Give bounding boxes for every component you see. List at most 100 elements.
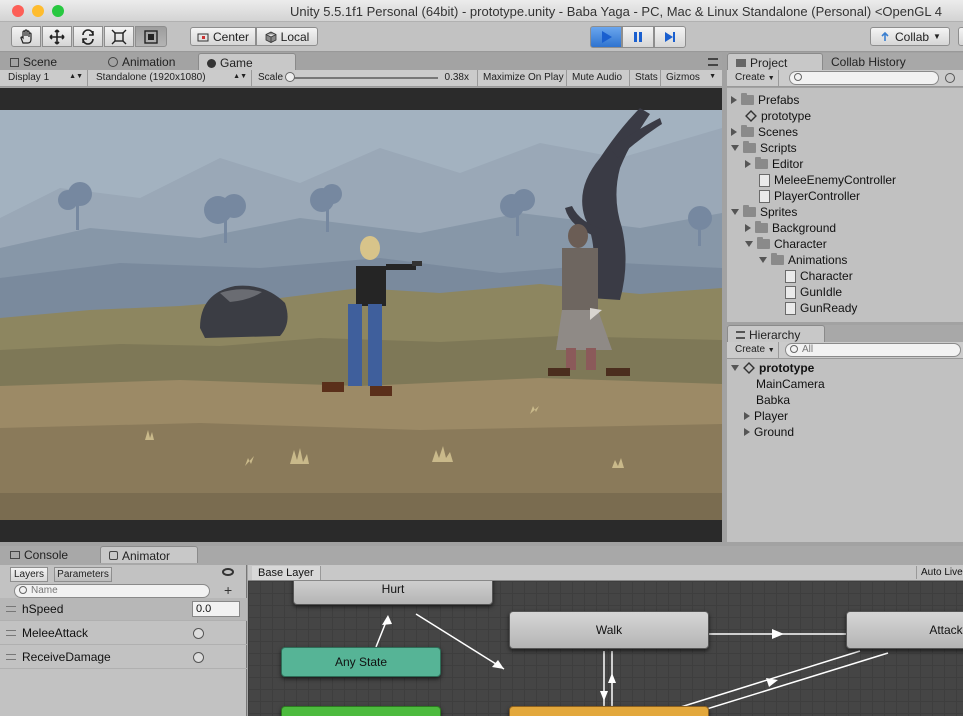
tree-item-prefabs[interactable]: Prefabs [731,92,799,108]
tab-animator[interactable]: Animator [100,546,198,563]
state-node-any-state[interactable]: Any State [281,647,441,677]
panel-menu-icon[interactable] [708,58,718,66]
drag-handle-icon[interactable] [6,654,16,660]
tab-parameters[interactable]: Parameters [54,567,112,582]
drag-handle-icon[interactable] [6,630,16,636]
tree-item-scripts[interactable]: Scripts [731,140,797,156]
hierarchy-item-player[interactable]: Player [744,408,788,424]
tab-hierarchy[interactable]: Hierarchy [727,325,825,342]
expand-arrow-icon[interactable] [745,160,751,168]
hierarchy-create-dropdown[interactable]: Create ▼ [731,342,779,358]
folder-icon [743,205,756,217]
collapse-arrow-icon[interactable] [759,257,767,263]
add-parameter-button[interactable]: + [224,582,232,598]
drag-handle-icon[interactable] [6,606,16,612]
auto-live-link-toggle[interactable]: Auto Live [916,566,963,579]
close-window-button[interactable] [12,5,24,17]
scale-slider-thumb[interactable] [285,72,295,82]
collapse-arrow-icon[interactable] [731,145,739,151]
tree-item-label: Scenes [758,125,799,139]
maximize-on-play-toggle[interactable]: Maximize On Play [479,70,567,86]
parameter-search-input[interactable]: Name [14,584,210,598]
trigger-radio[interactable] [193,652,204,663]
step-button[interactable] [654,26,686,48]
tree-item-melee-enemy-controller[interactable]: MeleeEnemyController [759,172,896,188]
gizmos-dropdown[interactable]: Gizmos ▼ [662,70,718,86]
tree-item-player-controller[interactable]: PlayerController [759,188,860,204]
state-node-default[interactable] [509,706,709,716]
hierarchy-item-prototype[interactable]: prototype [731,360,814,376]
pivot-rotation-button[interactable]: Local [256,27,318,46]
rotate-tool-button[interactable] [73,26,103,47]
hand-tool-button[interactable] [11,26,41,47]
tree-item-label: PlayerController [774,189,861,203]
parameter-row-hspeed[interactable]: hSpeed 0.0 [0,598,247,621]
tree-item-label: prototype [761,109,812,123]
tree-item-editor[interactable]: Editor [745,156,803,172]
parameter-row-meleeattack[interactable]: MeleeAttack [0,622,247,645]
filter-by-type-icon[interactable] [945,73,955,83]
hierarchy-item-maincamera[interactable]: MainCamera [756,376,825,392]
tree-item-prototype[interactable]: prototype [745,108,811,124]
animator-state-graph[interactable]: Hurt Walk Attack Any State [248,581,963,716]
tree-item-background[interactable]: Background [745,220,836,236]
expand-arrow-icon[interactable] [744,412,750,420]
move-arrows-icon [49,28,65,45]
scale-slider[interactable] [288,77,438,79]
move-tool-button[interactable] [42,26,72,47]
tree-item-scenes[interactable]: Scenes [731,124,798,140]
state-node-attack[interactable]: Attack [846,611,963,649]
resolution-dropdown[interactable]: Standalone (1920x1080) ▲▼ [92,70,252,86]
tree-item-animations[interactable]: Animations [759,252,847,268]
stats-toggle[interactable]: Stats [631,70,661,86]
display-dropdown[interactable]: Display 1 ▲▼ [4,70,88,86]
game-view[interactable] [0,88,722,542]
collapse-arrow-icon[interactable] [731,365,739,371]
tab-game[interactable]: Game [198,53,296,70]
hierarchy-item-ground[interactable]: Ground [744,424,794,440]
collab-dropdown[interactable]: Collab ▼ [870,27,950,46]
tab-project[interactable]: Project [727,53,823,70]
gizmos-label: Gizmos [666,72,700,83]
play-button[interactable] [590,26,622,48]
eye-icon[interactable] [222,568,234,576]
pivot-mode-button[interactable]: Center [190,27,256,46]
minimize-window-button[interactable] [32,5,44,17]
project-create-dropdown[interactable]: Create ▼ [731,70,779,86]
trigger-radio[interactable] [193,628,204,639]
breadcrumb-label: Base Layer [258,567,314,579]
project-search-input[interactable] [789,71,939,85]
expand-arrow-icon[interactable] [731,96,737,104]
breadcrumb-base-layer[interactable]: Base Layer [252,566,321,580]
tab-scene[interactable]: Scene [2,53,65,70]
hierarchy-item-babka[interactable]: Babka [756,392,790,408]
tab-animation[interactable]: Animation [100,53,183,70]
collapse-arrow-icon[interactable] [745,241,753,247]
tree-item-character-controller[interactable]: Character [785,268,853,284]
tab-collab-history[interactable]: Collab History [823,53,914,70]
tree-item-character-folder[interactable]: Character [745,236,827,252]
hspeed-value-input[interactable]: 0.0 [192,601,240,617]
expand-arrow-icon[interactable] [744,428,750,436]
mute-audio-toggle[interactable]: Mute Audio [568,70,630,86]
state-node-walk[interactable]: Walk [509,611,709,649]
hierarchy-search-input[interactable]: All [785,343,961,357]
tree-item-gunidle[interactable]: GunIdle [785,284,842,300]
collapse-arrow-icon[interactable] [731,209,739,215]
zoom-window-button[interactable] [52,5,64,17]
scale-tool-button[interactable] [104,26,134,47]
tree-item-label: GunIdle [800,285,843,299]
expand-arrow-icon[interactable] [731,128,737,136]
state-node-hurt[interactable]: Hurt [293,581,493,605]
account-dropdown[interactable] [958,27,963,46]
rect-tool-button[interactable] [135,26,167,47]
tree-item-gunready[interactable]: GunReady [785,300,857,316]
expand-arrow-icon[interactable] [745,224,751,232]
parameter-row-receivedamage[interactable]: ReceiveDamage [0,646,247,669]
tree-item-sprites[interactable]: Sprites [731,204,797,220]
state-node-entry[interactable] [281,706,441,716]
tab-layers[interactable]: Layers [10,567,48,582]
tab-console-label: Console [24,548,69,562]
pause-button[interactable] [622,26,654,48]
tab-console[interactable]: Console [2,546,76,563]
